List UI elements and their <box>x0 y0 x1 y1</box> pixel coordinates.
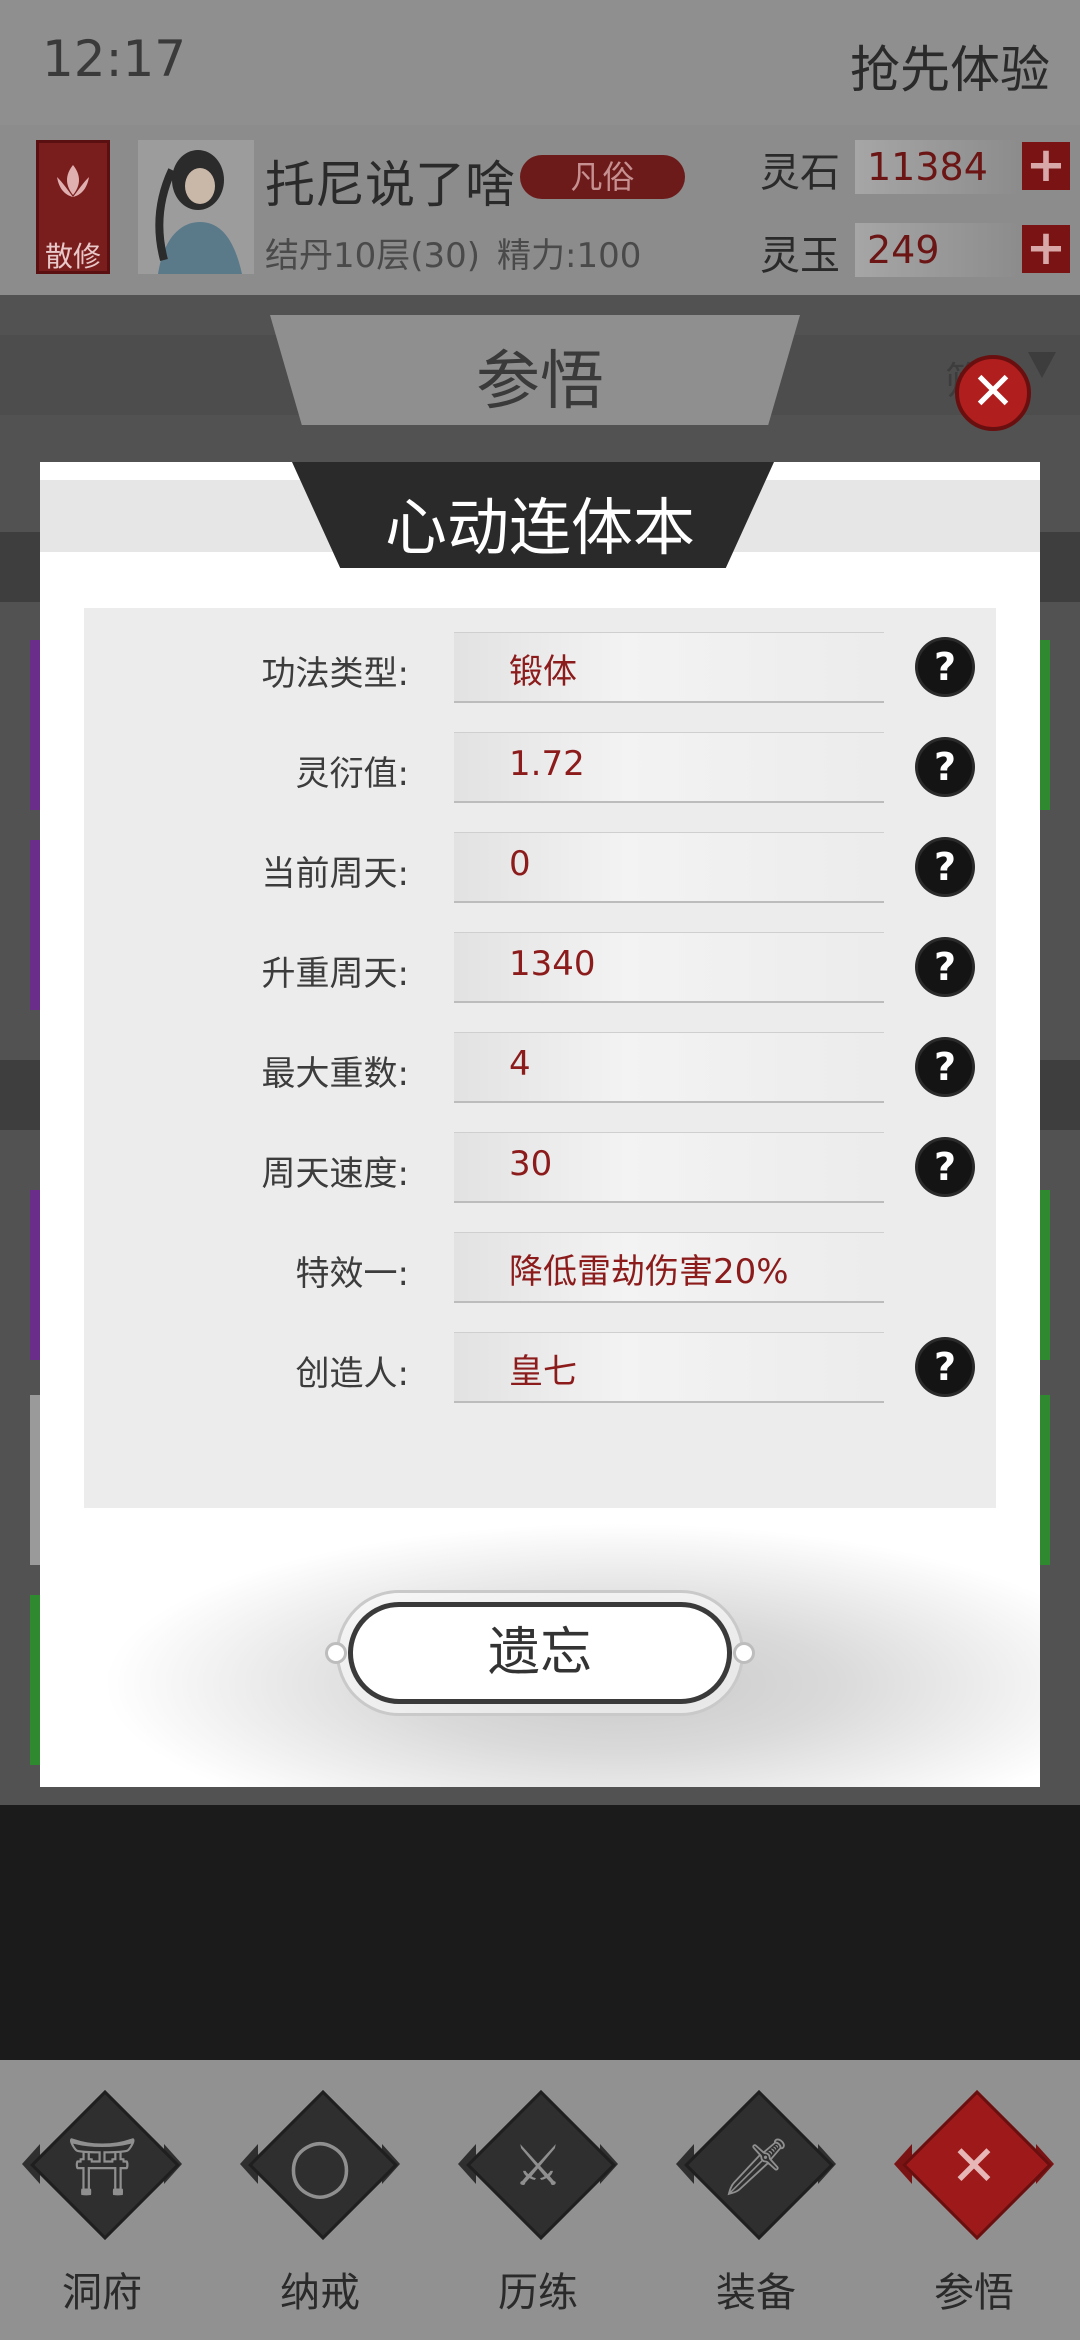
nav-label: 历练 <box>498 2270 578 2316</box>
property-panel: 功法类型: 锻体 ? 灵衍值: 1.72 ? 当前周天: 0 ? 升重周天: 1… <box>84 608 996 1508</box>
player-name: 托尼说了啥 <box>265 156 515 214</box>
nav-label: 洞府 <box>62 2270 142 2316</box>
nav-label: 纳戒 <box>280 2270 360 2316</box>
close-modal-button[interactable]: ✕ <box>955 355 1031 431</box>
help-icon[interactable]: ? <box>918 640 972 694</box>
avatar[interactable] <box>138 140 254 274</box>
energy-value: 精力:100 <box>497 236 642 276</box>
forget-button[interactable]: 遗忘 <box>348 1602 732 1704</box>
sect-badge[interactable]: 散修 <box>36 140 110 274</box>
spirit-stone-label: 灵石 <box>760 150 840 196</box>
add-spirit-jade-button[interactable]: + <box>1022 224 1070 273</box>
property-row: 最大重数: 4 ? <box>84 1018 996 1118</box>
nav-label: 参悟 <box>934 2270 1014 2316</box>
close-cross-icon: ✕ <box>950 2134 998 2199</box>
early-access-label[interactable]: 抢先体验 <box>850 30 1050 102</box>
technique-detail-modal: 心动连体本 功法类型: 锻体 ? 灵衍值: 1.72 ? 当前周天: 0 ? 升… <box>40 462 1040 1787</box>
property-label: 特效一: <box>295 1254 409 1294</box>
help-icon[interactable]: ? <box>918 1140 972 1194</box>
spirit-stone-value: 11384 <box>855 140 1020 194</box>
help-icon[interactable]: ? <box>918 840 972 894</box>
cave-gate-icon: ⛩ <box>66 2135 138 2200</box>
property-row: 创造人: 皇七 ? <box>84 1318 996 1418</box>
property-row: 功法类型: 锻体 ? <box>84 618 996 718</box>
spirit-jade-value: 249 <box>855 223 1020 277</box>
status-time: 12:17 <box>42 30 187 88</box>
property-value: 降低雷劫伤害20% <box>509 1252 789 1292</box>
ring-icon: ◯ <box>288 2134 352 2199</box>
property-label: 创造人: <box>295 1354 409 1394</box>
property-label: 升重周天: <box>261 954 409 994</box>
help-icon[interactable]: ? <box>918 1340 972 1394</box>
help-icon[interactable]: ? <box>918 940 972 994</box>
crossed-swords-icon: ⚔ <box>512 2134 564 2199</box>
page-title: 参悟 <box>476 345 604 419</box>
spirit-jade-label: 灵玉 <box>760 233 840 279</box>
add-spirit-stone-button[interactable]: + <box>1022 141 1070 190</box>
ornament-dot <box>733 1642 755 1664</box>
realm-level: 结丹10层(30) <box>265 236 481 276</box>
property-label: 当前周天: <box>261 854 409 894</box>
nav-comprehend[interactable]: ✕ 参悟 <box>894 2090 1054 2320</box>
nav-training[interactable]: ⚔ 历练 <box>458 2090 618 2320</box>
property-row: 升重周天: 1340 ? <box>84 918 996 1018</box>
sect-label: 散修 <box>44 240 101 273</box>
property-value: 1340 <box>509 944 596 984</box>
help-icon[interactable]: ? <box>918 740 972 794</box>
property-value: 4 <box>509 1044 531 1084</box>
property-label: 周天速度: <box>261 1154 409 1194</box>
character-portrait-icon <box>138 140 254 274</box>
property-row: 当前周天: 0 ? <box>84 818 996 918</box>
property-value: 锻体 <box>509 652 577 692</box>
property-row: 灵衍值: 1.72 ? <box>84 718 996 818</box>
property-label: 最大重数: <box>261 1054 409 1094</box>
modal-title: 心动连体本 <box>384 491 695 564</box>
nav-cave[interactable]: ⛩ 洞府 <box>22 2090 182 2320</box>
filter-icon[interactable] <box>1028 352 1056 378</box>
help-icon[interactable]: ? <box>918 1040 972 1094</box>
rank-badge: 凡俗 <box>520 155 685 199</box>
lotus-icon <box>57 165 89 197</box>
nav-equipment[interactable]: 🗡 装备 <box>676 2090 836 2320</box>
property-label: 功法类型: <box>261 654 409 694</box>
property-row: 周天速度: 30 ? <box>84 1118 996 1218</box>
nav-label: 装备 <box>716 2270 796 2316</box>
nav-ring[interactable]: ◯ 纳戒 <box>240 2090 400 2320</box>
property-value: 30 <box>509 1144 553 1184</box>
property-row: 特效一: 降低雷劫伤害20% <box>84 1218 996 1318</box>
property-value: 皇七 <box>509 1352 577 1392</box>
property-label: 灵衍值: <box>295 754 409 794</box>
property-value: 0 <box>509 844 531 884</box>
ornament-dot <box>325 1642 347 1664</box>
dagger-icon: 🗡 <box>720 2135 792 2200</box>
property-value: 1.72 <box>509 744 585 784</box>
